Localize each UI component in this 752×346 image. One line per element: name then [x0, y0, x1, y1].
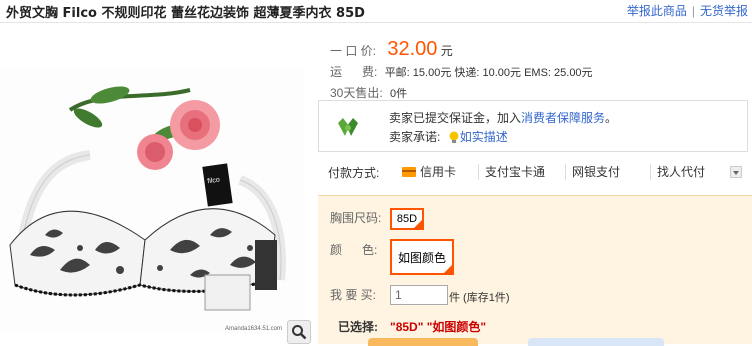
quantity-label: 我 要 买: [330, 288, 377, 302]
quantity-input[interactable] [390, 285, 448, 305]
payment-label: 付款方式: [328, 166, 380, 180]
payment-alipay-card[interactable]: 支付宝卡通 [478, 164, 545, 180]
selected-check-icon [444, 265, 452, 273]
as-described-link[interactable]: 如实描述 [460, 130, 508, 144]
sales-row: 30天售出: 0件 [330, 84, 407, 101]
payment-online-bank[interactable]: 网银支付 [565, 164, 620, 180]
sales-value: 0件 [390, 88, 408, 100]
price-value: 32.00 [387, 38, 438, 60]
color-value: 如图颜色 [397, 250, 446, 265]
product-photo[interactable]: filco Amanda1634.51.com [0, 70, 304, 334]
payment-method-label: 找人代付 [657, 165, 706, 179]
lightbulb-icon [449, 131, 459, 143]
selected-label: 已选择: [338, 320, 378, 334]
payment-more-button[interactable] [730, 166, 742, 178]
bra-illustration: filco Amanda1634.51.com [9, 86, 286, 332]
zoom-button[interactable] [287, 320, 311, 344]
color-label: 颜 色: [330, 243, 378, 257]
size-option-85d[interactable]: 85D [390, 208, 424, 230]
seller-promise-box: 卖家已提交保证金，加入消费者保障服务。 卖家承诺: 如实描述 [318, 100, 748, 152]
payment-credit-card[interactable]: 信用卡 [396, 164, 456, 180]
selected-value: "85D" "如图颜色" [390, 320, 487, 334]
promise-text: 卖家已提交保证金，加入 [389, 111, 522, 125]
chevron-down-icon [733, 171, 739, 175]
sku-selection-panel: 胸围尺码: 85D 颜 色: 如图颜色 我 要 买: 件 (库存1件) 已选择:… [318, 195, 752, 346]
size-label: 胸围尺码: [330, 211, 382, 225]
payment-pay-for-me[interactable]: 找人代付 [650, 164, 705, 180]
price-label: 一 口 价: [330, 44, 377, 58]
report-links: 举报此商品 | 无货举报 [627, 2, 748, 19]
promise-line-1: 卖家已提交保证金，加入消费者保障服务。 [389, 109, 617, 126]
price-row: 一 口 价: 32.00 元 [330, 38, 453, 61]
header-divider [0, 22, 752, 23]
handshake-icon [338, 118, 358, 136]
credit-card-icon [402, 167, 416, 177]
consumer-protection-link[interactable]: 消费者保障服务 [521, 111, 605, 125]
out-of-stock-report-link[interactable]: 无货举报 [700, 4, 748, 18]
watermark: Amanda1634.51.com [225, 326, 282, 332]
stock-text: 件 (库存1件) [449, 292, 510, 304]
payment-method-label: 网银支付 [572, 165, 621, 179]
sales-label: 30天售出: [330, 86, 383, 100]
buy-now-button[interactable] [368, 338, 478, 346]
report-product-link[interactable]: 举报此商品 [627, 4, 687, 18]
color-option-as-shown[interactable]: 如图颜色 [390, 239, 454, 275]
selected-check-icon [414, 220, 422, 228]
shipping-row: 运 费: 平邮: 15.00元 快递: 10.00元 EMS: 25.00元 [330, 63, 593, 80]
payment-methods-row: 付款方式: 信用卡 支付宝卡通 网银支付 找人代付 [318, 160, 746, 184]
shipping-label: 运 费: [330, 65, 378, 79]
divider: | [691, 4, 695, 18]
payment-method-label: 信用卡 [420, 165, 457, 179]
add-to-cart-button[interactable] [528, 338, 664, 346]
promise-suffix: 。 [605, 111, 618, 125]
promise-line-2: 卖家承诺: 如实描述 [389, 128, 508, 145]
payment-method-label: 支付宝卡通 [485, 165, 546, 179]
product-image-area[interactable]: filco Amanda1634.51.com [0, 34, 312, 343]
seller-promise-label: 卖家承诺: [389, 130, 441, 144]
magnifier-icon [292, 325, 307, 340]
price-unit: 元 [440, 44, 453, 58]
product-title: 外贸文胸 Filco 不规则印花 蕾丝花边装饰 超薄夏季内衣 85D [6, 6, 365, 21]
shipping-text: 平邮: 15.00元 快递: 10.00元 EMS: 25.00元 [384, 67, 593, 79]
